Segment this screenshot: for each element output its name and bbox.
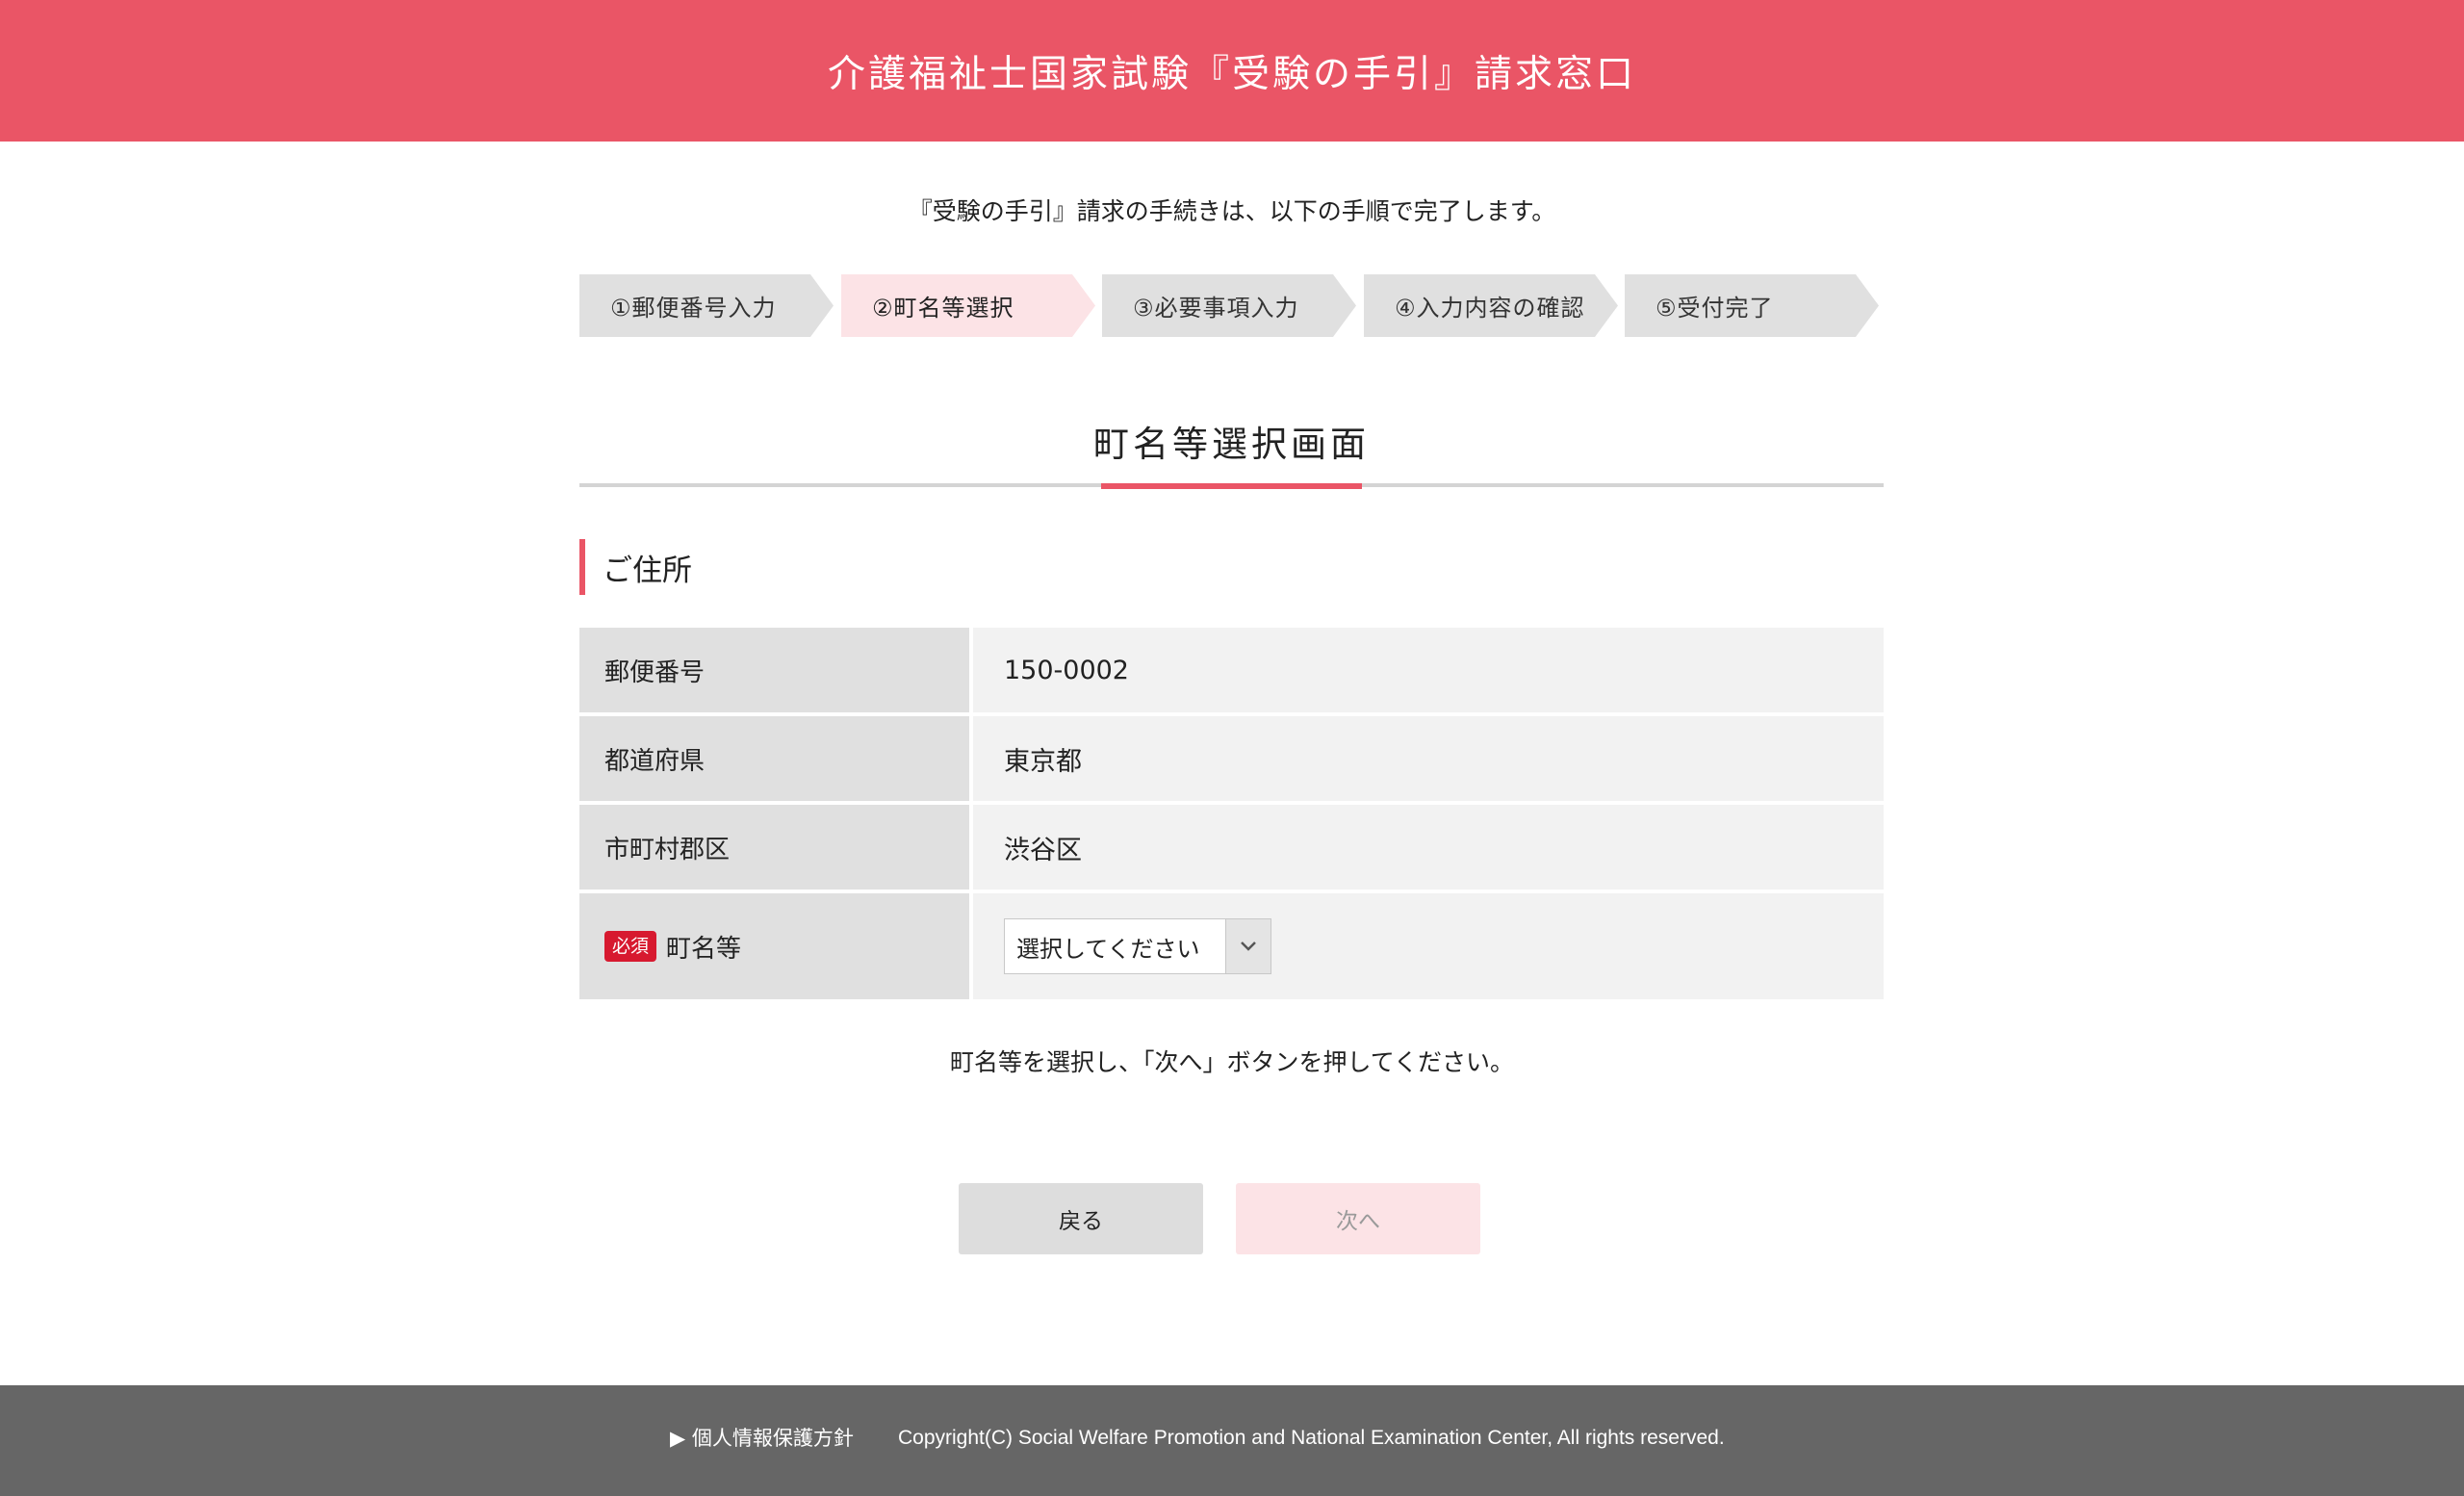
- town-value-cell: 選択してください: [973, 893, 1884, 999]
- city-label: 市町村郡区: [579, 805, 969, 890]
- site-header: 介護福祉士国家試験『受験の手引』請求窓口: [0, 0, 2464, 142]
- city-value: 渋谷区: [973, 805, 1884, 890]
- step-postal-code: ①郵便番号入力: [579, 274, 834, 337]
- privacy-policy-link[interactable]: ▶ 個人情報保護方針: [670, 1424, 854, 1453]
- town-select-value: 選択してください: [1016, 935, 1200, 963]
- required-badge: 必須: [604, 931, 657, 962]
- step-complete: ⑤受付完了: [1625, 274, 1879, 337]
- chevron-down-icon[interactable]: [1225, 919, 1270, 973]
- step-town-select: ②町名等選択: [841, 274, 1095, 337]
- postal-code-label: 郵便番号: [579, 628, 969, 712]
- form-row-prefecture: 都道府県 東京都: [579, 716, 1884, 801]
- address-form: 郵便番号 150-0002 都道府県 東京都 市町村郡区 渋谷区 必須 町名等 …: [579, 628, 1884, 1003]
- step-confirm: ④入力内容の確認: [1364, 274, 1618, 337]
- town-label-cell: 必須 町名等: [579, 893, 969, 999]
- section-title-address: ご住所: [579, 539, 692, 595]
- instruction-text: 町名等を選択し、「次へ」ボタンを押してください。: [949, 1048, 1514, 1076]
- postal-code-value: 150-0002: [973, 628, 1884, 712]
- step-required-input: ③必要事項入力: [1102, 274, 1356, 337]
- town-label: 町名等: [666, 934, 742, 964]
- form-row-postal-code: 郵便番号 150-0002: [579, 628, 1884, 712]
- form-row-town: 必須 町名等 選択してください: [579, 893, 1884, 999]
- progress-steps: ①郵便番号入力 ②町名等選択 ③必要事項入力 ④入力内容の確認 ⑤受付完了: [579, 274, 1882, 337]
- prefecture-value: 東京都: [973, 716, 1884, 801]
- page-title: 町名等選択画面: [1093, 424, 1370, 465]
- next-button[interactable]: 次へ: [1236, 1183, 1480, 1254]
- prefecture-label: 都道府県: [579, 716, 969, 801]
- town-select[interactable]: 選択してください: [1004, 918, 1271, 974]
- copyright-text: Copyright(C) Social Welfare Promotion an…: [898, 1427, 1725, 1449]
- site-footer: ▶ 個人情報保護方針 Copyright(C) Social Welfare P…: [0, 1385, 2464, 1496]
- heading-accent-bar: [1101, 483, 1362, 489]
- intro-text: 『受験の手引』請求の手続きは、以下の手順で完了します。: [908, 197, 1556, 225]
- form-row-city: 市町村郡区 渋谷区: [579, 805, 1884, 890]
- site-title: 介護福祉士国家試験『受験の手引』請求窓口: [827, 52, 1636, 96]
- back-button[interactable]: 戻る: [959, 1183, 1203, 1254]
